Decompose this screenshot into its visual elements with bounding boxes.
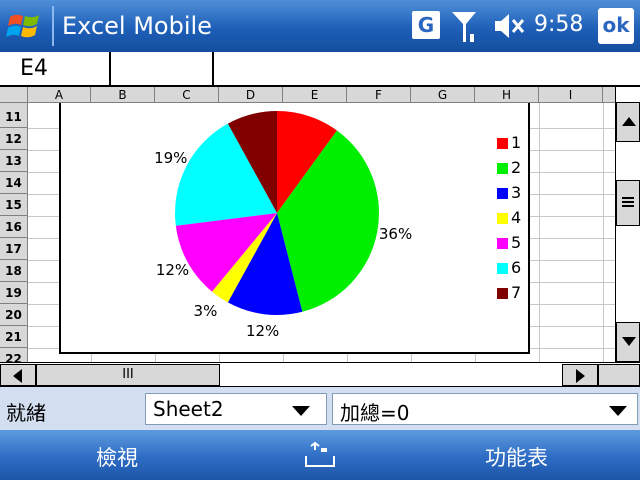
row-header[interactable]: 13 <box>0 150 27 172</box>
pie-data-label: 8% <box>231 103 255 105</box>
row-header[interactable]: 22 <box>0 348 27 362</box>
legend-label: 2 <box>511 158 522 177</box>
pie-data-label: 12% <box>245 322 280 341</box>
scroll-down-button[interactable] <box>616 322 640 362</box>
row-header[interactable]: 16 <box>0 216 27 238</box>
formula-divider <box>111 52 214 85</box>
g-icon[interactable]: G <box>412 11 440 39</box>
sheet-name: Sheet2 <box>153 397 224 421</box>
column-header[interactable]: G <box>411 87 475 103</box>
pie-data-label: 10% <box>298 103 331 107</box>
legend-swatch <box>497 238 508 249</box>
row-headers: 11 12 13 14 15 16 17 18 19 20 21 22 <box>0 103 28 362</box>
status-text: 就緒 <box>6 401 46 425</box>
title-separator <box>52 6 54 46</box>
column-header[interactable]: H <box>475 87 539 103</box>
row-header[interactable]: 12 <box>0 128 27 150</box>
legend-label: 5 <box>511 233 522 252</box>
row-header[interactable]: 18 <box>0 260 27 282</box>
scroll-left-button[interactable] <box>0 364 36 386</box>
legend-swatch <box>497 213 508 224</box>
row-header[interactable]: 11 <box>0 106 27 128</box>
select-all-corner[interactable] <box>0 87 28 103</box>
view-softkey[interactable]: 檢視 <box>96 442 138 472</box>
pie-data-label: 3% <box>193 302 218 321</box>
grip-icon <box>622 197 634 207</box>
autocalc-selector[interactable]: 加總=0 <box>332 393 638 425</box>
pie-data-label: 36% <box>378 225 413 244</box>
ok-button[interactable]: ok <box>598 8 634 44</box>
cell-reference[interactable]: E4 <box>0 52 111 85</box>
legend-label: 6 <box>511 258 522 277</box>
column-header[interactable]: F <box>347 87 411 103</box>
pie-chart-plot <box>175 111 380 315</box>
menu-softkey[interactable]: 功能表 <box>485 442 548 472</box>
column-header[interactable]: I <box>539 87 603 103</box>
status-bar: 就緒 Sheet2 加總=0 <box>0 387 640 430</box>
legend-swatch <box>497 263 508 274</box>
horizontal-scrollbar[interactable]: III <box>0 362 640 387</box>
legend-swatch <box>497 138 508 149</box>
formula-bar: E4 <box>0 52 640 87</box>
sheet-selector[interactable]: Sheet2 <box>145 393 327 425</box>
windows-start-icon[interactable] <box>6 9 44 43</box>
scroll-right-button[interactable] <box>562 364 598 386</box>
column-header[interactable]: B <box>91 87 155 103</box>
keyboard-icon[interactable] <box>303 440 337 470</box>
clock: 9:58 <box>534 12 584 37</box>
row-header[interactable]: 20 <box>0 304 27 326</box>
row-header[interactable]: 17 <box>0 238 27 260</box>
column-header[interactable]: A <box>28 87 91 103</box>
autocalc-value: 加總=0 <box>340 401 410 425</box>
vertical-scroll-thumb[interactable] <box>616 180 640 226</box>
vertical-scrollbar[interactable] <box>615 87 640 362</box>
legend-label: 7 <box>511 283 522 302</box>
row-header[interactable]: 19 <box>0 282 27 304</box>
formula-input[interactable] <box>214 52 640 85</box>
signal-icon[interactable] <box>450 8 478 44</box>
pie-data-label: 19% <box>154 148 188 167</box>
chevron-down-icon <box>292 406 310 416</box>
pie-chart[interactable]: 10% 36% 12% 3% 12% 19% 8% 1 2 3 4 5 6 7 <box>59 103 530 354</box>
title-bar: Excel Mobile G 9:58 ok <box>0 0 640 52</box>
app-title: Excel Mobile <box>62 12 212 40</box>
arrow-down-icon <box>622 337 636 346</box>
column-header[interactable]: C <box>155 87 219 103</box>
legend-swatch <box>497 163 508 174</box>
legend-label: 3 <box>511 183 522 202</box>
volume-muted-icon[interactable] <box>493 11 525 41</box>
column-headers: A B C D E F G H I <box>0 87 615 103</box>
softkey-bar: 檢視 功能表 <box>0 430 640 480</box>
chevron-down-icon <box>609 406 627 416</box>
arrow-up-icon <box>622 117 636 126</box>
legend-label: 4 <box>511 208 522 227</box>
arrow-right-icon <box>576 369 585 383</box>
row-header[interactable]: 14 <box>0 172 27 194</box>
scroll-corner <box>598 364 640 386</box>
column-header[interactable]: D <box>219 87 283 103</box>
arrow-left-icon <box>13 369 22 383</box>
legend-swatch <box>497 288 508 299</box>
horizontal-scroll-thumb[interactable]: III <box>36 364 220 386</box>
row-header[interactable]: 21 <box>0 326 27 348</box>
column-header[interactable]: E <box>283 87 347 103</box>
legend-swatch <box>497 188 508 199</box>
legend-label: 1 <box>511 133 522 152</box>
row-header[interactable]: 15 <box>0 194 27 216</box>
scroll-up-button[interactable] <box>616 102 640 142</box>
pie-data-label: 12% <box>155 260 190 279</box>
